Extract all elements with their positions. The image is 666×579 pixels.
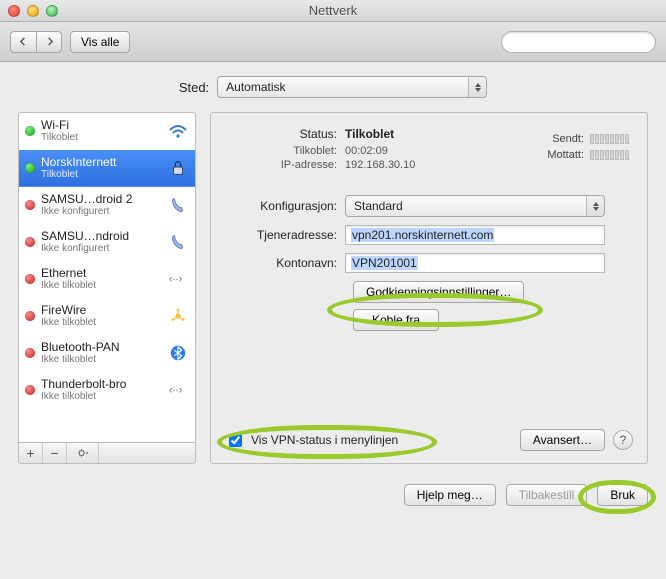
- show-all-button[interactable]: Vis alle: [70, 31, 130, 53]
- network-name: NorskInternett: [41, 155, 167, 169]
- wifi-icon: [167, 120, 189, 142]
- sent-label: Sendt:: [552, 133, 584, 145]
- network-status: Ikke tilkoblet: [41, 391, 167, 403]
- sent-bars-icon: [590, 134, 629, 144]
- connected-time-value: 00:02:09: [345, 145, 388, 157]
- phone-icon: [167, 231, 189, 253]
- apply-button[interactable]: Bruk: [597, 484, 648, 506]
- disconnect-button[interactable]: Koble fra: [353, 309, 439, 331]
- popup-arrows-icon: [468, 77, 486, 97]
- account-name-label: Kontonavn:: [225, 256, 345, 270]
- sidebar-item-bluetooth[interactable]: Bluetooth-PAN Ikke tilkoblet: [19, 335, 195, 372]
- svg-text:‹∙∙›: ‹∙∙›: [169, 385, 183, 397]
- network-name: Bluetooth-PAN: [41, 340, 167, 354]
- server-address-value: vpn201.norskinternett.com: [351, 228, 494, 242]
- network-status: Tilkoblet: [41, 169, 167, 181]
- network-list[interactable]: Wi-Fi Tilkoblet NorskInternett Tilkoblet: [18, 112, 196, 442]
- connected-time-label: Tilkoblet:: [225, 145, 345, 157]
- list-footer: + −: [18, 442, 196, 464]
- help-button[interactable]: ?: [613, 430, 633, 450]
- network-status: Ikke konfigurert: [41, 243, 167, 255]
- network-status: Ikke konfigurert: [41, 206, 167, 218]
- assist-button[interactable]: Hjelp meg…: [404, 484, 496, 506]
- window-title: Nettverk: [0, 3, 666, 18]
- sidebar-item-phone1[interactable]: SAMSU…ndroid Ikke konfigurert: [19, 224, 195, 261]
- window-footer: Hjelp meg… Tilbakestill Bruk: [0, 474, 666, 518]
- revert-button[interactable]: Tilbakestill: [506, 484, 588, 506]
- show-vpn-status-input[interactable]: [229, 434, 242, 447]
- sidebar-item-firewire[interactable]: FireWire Ikke tilkoblet: [19, 298, 195, 335]
- details-panel: Status: Tilkoblet Tilkoblet: 00:02:09 IP…: [210, 112, 648, 464]
- config-popup[interactable]: Standard: [345, 195, 605, 217]
- network-name: Ethernet: [41, 266, 167, 280]
- show-vpn-status-checkbox[interactable]: Vis VPN-status i menylinjen: [225, 431, 398, 450]
- status-dot-icon: [25, 126, 35, 136]
- search-input[interactable]: [508, 35, 654, 49]
- auth-settings-button[interactable]: Godkjenningsinnstillinger…: [353, 281, 524, 303]
- network-status: Ikke tilkoblet: [41, 317, 167, 329]
- sidebar-item-phone2[interactable]: SAMSU…droid 2 Ikke konfigurert: [19, 187, 195, 224]
- config-value: Standard: [354, 199, 403, 213]
- network-name: SAMSU…droid 2: [41, 192, 167, 206]
- firewire-icon: [167, 305, 189, 327]
- status-value: Tilkoblet: [345, 127, 394, 141]
- lock-icon: [167, 157, 189, 179]
- forward-button[interactable]: [36, 31, 62, 53]
- content-area: Sted: Automatisk Wi-Fi Tilkoblet: [0, 62, 666, 474]
- ethernet-icon: ‹∙∙›: [167, 268, 189, 290]
- received-label: Mottatt:: [547, 149, 584, 161]
- config-label: Konfigurasjon:: [225, 199, 345, 213]
- network-actions-menu[interactable]: [67, 443, 99, 463]
- status-dot-icon: [25, 237, 35, 247]
- search-field[interactable]: [501, 31, 656, 53]
- gear-icon: [76, 446, 90, 460]
- location-popup[interactable]: Automatisk: [217, 76, 487, 98]
- sidebar-item-thunderbolt[interactable]: Thunderbolt-bro Ikke tilkoblet ‹∙∙›: [19, 372, 195, 409]
- toolbar: Vis alle: [0, 22, 666, 62]
- svg-text:‹∙∙›: ‹∙∙›: [169, 274, 183, 286]
- server-address-field[interactable]: vpn201.norskinternett.com: [345, 225, 605, 245]
- network-name: Wi-Fi: [41, 118, 167, 132]
- popup-arrows-icon: [586, 196, 604, 216]
- add-network-button[interactable]: +: [19, 443, 43, 463]
- status-label: Status:: [225, 127, 345, 141]
- status-dot-icon: [25, 163, 35, 173]
- sidebar-item-vpn[interactable]: NorskInternett Tilkoblet: [19, 150, 195, 187]
- network-name: Thunderbolt-bro: [41, 377, 167, 391]
- location-row: Sted: Automatisk: [18, 76, 648, 98]
- recv-bars-icon: [590, 150, 629, 160]
- sidebar-item-wifi[interactable]: Wi-Fi Tilkoblet: [19, 113, 195, 150]
- back-button[interactable]: [10, 31, 36, 53]
- account-name-field[interactable]: VPN201001: [345, 253, 605, 273]
- remove-network-button[interactable]: −: [43, 443, 67, 463]
- account-name-value: VPN201001: [351, 256, 418, 270]
- ethernet-icon: ‹∙∙›: [167, 379, 189, 401]
- status-dot-icon: [25, 348, 35, 358]
- show-vpn-status-label: Vis VPN-status i menylinjen: [251, 433, 398, 447]
- network-status: Ikke tilkoblet: [41, 280, 167, 292]
- chevron-right-icon: [45, 37, 54, 46]
- network-name: FireWire: [41, 303, 167, 317]
- network-status: Tilkoblet: [41, 132, 167, 144]
- status-dot-icon: [25, 200, 35, 210]
- ip-value: 192.168.30.10: [345, 159, 415, 171]
- bluetooth-icon: [167, 342, 189, 364]
- titlebar: Nettverk: [0, 0, 666, 22]
- nav-segmented: [10, 31, 62, 53]
- status-dot-icon: [25, 274, 35, 284]
- network-sidebar: Wi-Fi Tilkoblet NorskInternett Tilkoblet: [18, 112, 196, 464]
- traffic-stats: Sendt: Mottatt:: [547, 131, 629, 163]
- server-address-label: Tjeneradresse:: [225, 228, 345, 242]
- ip-label: IP-adresse:: [225, 159, 345, 171]
- network-name: SAMSU…ndroid: [41, 229, 167, 243]
- advanced-button[interactable]: Avansert…: [520, 429, 605, 451]
- status-dot-icon: [25, 311, 35, 321]
- phone-icon: [167, 194, 189, 216]
- status-dot-icon: [25, 385, 35, 395]
- network-status: Ikke tilkoblet: [41, 354, 167, 366]
- sidebar-item-ethernet[interactable]: Ethernet Ikke tilkoblet ‹∙∙›: [19, 261, 195, 298]
- chevron-left-icon: [19, 37, 28, 46]
- location-label: Sted:: [179, 80, 209, 95]
- location-value: Automatisk: [226, 80, 285, 94]
